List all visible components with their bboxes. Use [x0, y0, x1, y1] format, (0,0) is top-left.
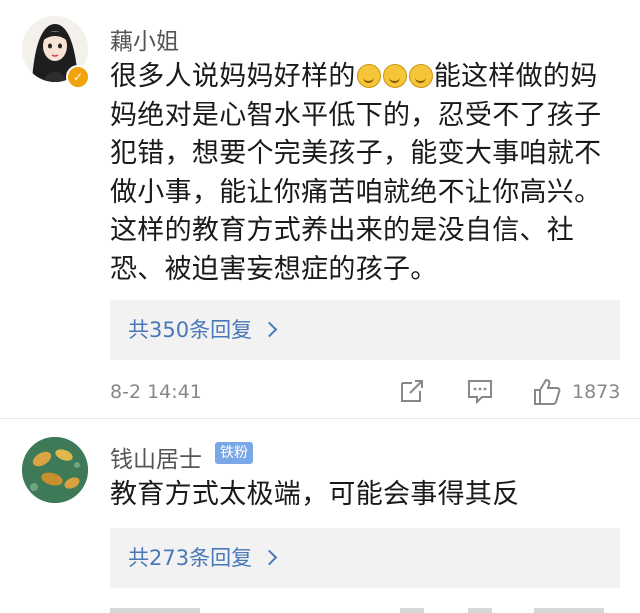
- comment-meta: 8-2 14:41 1873: [110, 377, 620, 407]
- like-icon[interactable]: [532, 377, 562, 412]
- comment-text-part: 很多人说妈妈好样的: [110, 61, 356, 92]
- share-icon[interactable]: [398, 377, 426, 410]
- chevron-right-icon: [261, 549, 278, 566]
- laughing-tears-emoji-icon: [382, 64, 407, 88]
- reply-count-label: 共273条回复: [128, 546, 253, 570]
- comment-text: 很多人说妈妈好样的 能这样做的妈妈绝对是心智水平低下的，忍受不了孩子犯错，想要个完…: [110, 58, 620, 289]
- view-replies-link[interactable]: 共273条回复: [128, 528, 278, 588]
- comment-text-part: 能这样做的: [433, 61, 571, 92]
- reply-box[interactable]: 共350条回复: [110, 300, 620, 360]
- avatar-illustration: [22, 437, 88, 503]
- next-meta-row-partial: [110, 604, 620, 613]
- avatar[interactable]: [22, 437, 88, 503]
- timestamp: 8-2 14:41: [110, 381, 202, 403]
- reply-count-label: 共350条回复: [128, 318, 253, 342]
- chevron-right-icon: [261, 321, 278, 338]
- view-replies-link[interactable]: 共350条回复: [128, 300, 278, 360]
- divider: [0, 418, 640, 419]
- comment-text-part: 妈妈绝对是心智水平低下的，忍受不了孩子犯错，想要个完美孩子，能变大事咱就不做小事…: [110, 61, 602, 285]
- reply-box[interactable]: 共273条回复: [110, 528, 620, 588]
- comment-icon[interactable]: [466, 377, 494, 410]
- comment-text: 教育方式太极端，可能会事得其反: [110, 479, 520, 510]
- like-count: 1873: [572, 381, 621, 403]
- verified-badge-icon: ✓: [66, 65, 90, 89]
- laughing-tears-emoji-icon: [356, 64, 381, 88]
- username[interactable]: 藕小姐: [110, 22, 179, 56]
- username[interactable]: 钱山居士: [110, 440, 202, 474]
- laughing-tears-emoji-icon: [408, 64, 433, 88]
- fan-badge: 铁粉: [215, 442, 253, 464]
